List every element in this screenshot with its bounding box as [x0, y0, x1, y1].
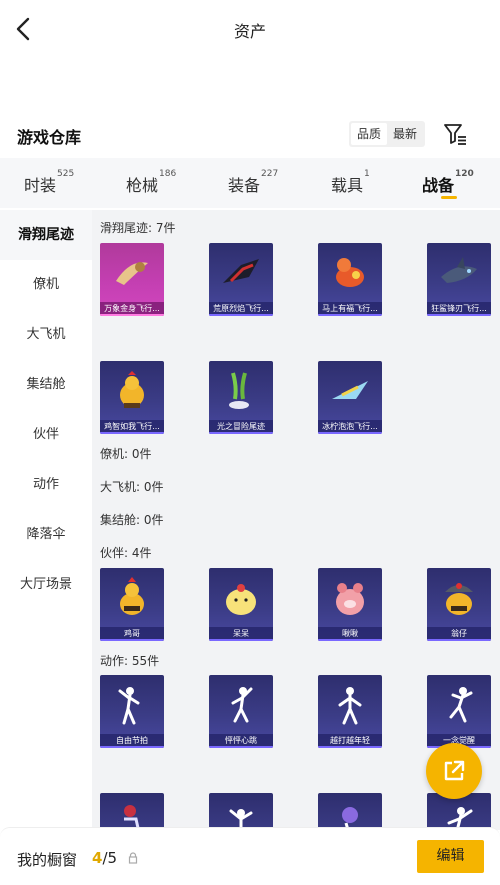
group-label-plane: 大飞机: 0件	[100, 480, 164, 494]
tab-label: 装备	[228, 176, 261, 195]
share-button[interactable]	[426, 743, 482, 799]
dancer-icon	[229, 809, 253, 830]
dancer-icon	[449, 687, 473, 723]
tab-label: 时装	[24, 176, 57, 195]
item-card[interactable]: 一念觉醒	[427, 675, 491, 748]
sidebar-item-plane[interactable]: 大飞机	[0, 310, 92, 360]
warehouse-header: 游戏仓库 品质 最新	[0, 118, 500, 152]
warehouse-title: 游戏仓库	[17, 128, 82, 147]
sidebar-item-emote[interactable]: 动作	[0, 460, 92, 510]
page-title: 资产	[233, 22, 266, 41]
assets-page: 资产 游戏仓库 品质 最新 时装525 枪械186 装备227 载具1 战备12…	[0, 0, 500, 885]
group-label-wingman: 僚机: 0件	[100, 447, 152, 461]
item-card[interactable]: 狂鲨锋刃飞行...	[427, 243, 491, 316]
lock-icon	[128, 852, 138, 864]
partner-item-icon	[226, 584, 256, 615]
item-card[interactable]: 自由节拍	[100, 675, 164, 748]
tab-count: 525	[57, 169, 75, 179]
tab-count: 186	[159, 169, 177, 179]
sidebar-item-parachute[interactable]: 降落伞	[0, 510, 92, 560]
sidebar-item-wingman[interactable]: 僚机	[0, 260, 92, 310]
group-label-partner: 伙伴: 4件	[100, 546, 152, 560]
dancer-icon	[124, 805, 140, 830]
trail-item-icon	[332, 381, 368, 399]
tab-count: 227	[261, 169, 279, 179]
showcase-bar: 我的橱窗 4/5 编辑	[0, 827, 500, 885]
tab-count: 120	[455, 169, 474, 179]
item-card[interactable]: 万象金身飞行...	[100, 243, 164, 316]
filter-button[interactable]	[442, 121, 468, 147]
tab-readiness[interactable]: 战备120	[422, 169, 474, 196]
item-grid-area: 滑翔尾迹: 7件 万象金身飞行... 荒原烈焰飞行... 马上有福飞行... 狂…	[92, 210, 500, 830]
item-card[interactable]: 鸡哥	[100, 568, 164, 641]
sidebar-item-capsule[interactable]: 集结舱	[0, 360, 92, 410]
showcase-current: 4	[92, 849, 103, 867]
partner-item-icon	[336, 583, 364, 615]
trail-item-icon	[441, 257, 477, 283]
tab-fashion[interactable]: 时装525	[24, 169, 75, 196]
item-card[interactable]: 越打越年轻	[318, 675, 382, 748]
sort-quality-button[interactable]: 品质	[351, 123, 388, 145]
item-card[interactable]: 怦怦心跳	[209, 675, 273, 748]
partner-item-icon	[445, 583, 473, 615]
sort-toggle: 品质 最新	[349, 121, 426, 147]
sidebar-item-partner[interactable]: 伙伴	[0, 410, 92, 460]
group-label-emote: 动作: 55件	[100, 654, 160, 668]
tab-label: 载具	[331, 176, 364, 195]
trail-item-icon	[336, 258, 364, 287]
trail-item-icon	[116, 262, 148, 285]
tab-count: 1	[364, 169, 370, 179]
group-label-glide-trail: 滑翔尾迹: 7件	[100, 221, 176, 235]
item-card[interactable]: 呆呆	[209, 568, 273, 641]
item-card[interactable]: 啾啾	[318, 568, 382, 641]
partner-item-icon	[120, 577, 144, 615]
tab-label: 枪械	[126, 176, 159, 195]
item-card[interactable]	[209, 793, 273, 830]
sidebar-item-glide-trail[interactable]: 滑翔尾迹	[0, 210, 92, 260]
active-tab-indicator	[441, 196, 457, 199]
trail-item-icon	[223, 259, 259, 283]
top-nav-bar: 资产	[0, 0, 500, 60]
trail-item-icon	[229, 372, 249, 409]
item-card[interactable]: 冰柠泡泡飞行...	[318, 361, 382, 434]
trail-item-icon	[120, 371, 144, 408]
tab-label: 战备	[422, 176, 455, 195]
showcase-title: 我的橱窗	[17, 851, 78, 869]
item-card[interactable]: 翁仔	[427, 568, 491, 641]
showcase-count: 4/5	[92, 849, 117, 867]
tab-equipment[interactable]: 装备227	[228, 169, 279, 196]
tab-guns[interactable]: 枪械186	[126, 169, 177, 196]
dancer-icon	[118, 687, 140, 725]
item-card[interactable]: 马上有福飞行...	[318, 243, 382, 316]
item-card[interactable]	[318, 793, 382, 830]
subcategory-sidebar: 滑翔尾迹 僚机 大飞机 集结舱 伙伴 动作 降落伞 大厅场景	[0, 210, 92, 830]
dancer-icon	[231, 687, 253, 723]
dancer-icon	[342, 807, 358, 830]
group-label-capsule: 集结舱: 0件	[100, 513, 164, 527]
category-tabs: 时装525 枪械186 装备227 载具1 战备120	[0, 158, 500, 208]
item-card[interactable]: 鸡智如我飞行...	[100, 361, 164, 434]
item-card[interactable]	[100, 793, 164, 830]
tab-vehicles[interactable]: 载具1	[331, 169, 370, 196]
sort-latest-button[interactable]: 最新	[387, 123, 423, 145]
showcase-total: 5	[107, 849, 118, 867]
filter-icon	[444, 124, 466, 145]
edit-button[interactable]: 编辑	[417, 840, 484, 873]
item-card[interactable]: 荒原烈焰飞行...	[209, 243, 273, 316]
sidebar-item-lobby-scene[interactable]: 大厅场景	[0, 560, 92, 610]
item-card[interactable]: 光之冒险尾迹	[209, 361, 273, 434]
share-external-icon	[444, 760, 465, 781]
dancer-icon	[338, 687, 362, 725]
dancer-icon	[447, 807, 473, 830]
